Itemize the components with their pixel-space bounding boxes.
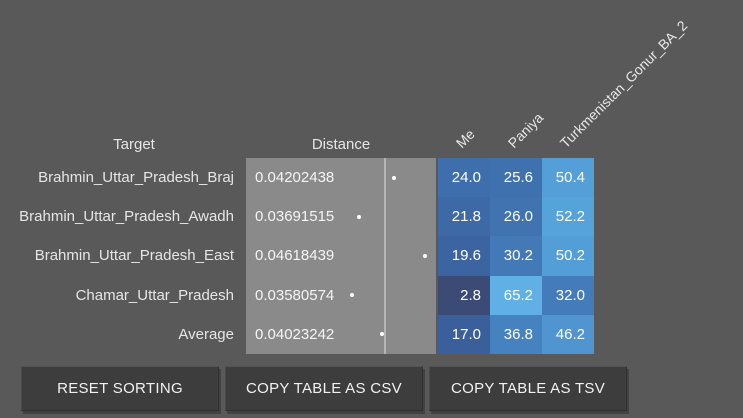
distance-value: 0.03691515 bbox=[255, 208, 335, 226]
distance-dot-marker bbox=[356, 214, 361, 219]
table-row: Brahmin_Uttar_Pradesh_Awadh 0.03691515 2… bbox=[0, 197, 594, 237]
distance-dot-marker bbox=[391, 175, 396, 180]
distance-scale-gridline bbox=[384, 158, 386, 354]
distance-cell: 0.03580574 bbox=[246, 275, 436, 315]
heatmap-cell: 52.2 bbox=[542, 197, 594, 237]
table-row: Brahmin_Uttar_Pradesh_Braj 0.04202438 24… bbox=[0, 158, 594, 198]
heatmap-cell: 65.2 bbox=[490, 275, 542, 315]
heatmap-cell: 26.0 bbox=[490, 197, 542, 237]
heatmap-cell: 19.6 bbox=[438, 236, 490, 276]
heatmap-cell: 32.0 bbox=[542, 275, 594, 315]
heatmap-cell: 46.2 bbox=[542, 314, 594, 354]
distance-cell: 0.04023242 bbox=[246, 314, 436, 354]
column-header-target[interactable]: Target bbox=[30, 0, 238, 158]
distance-value: 0.04618439 bbox=[255, 247, 335, 265]
table-row: Brahmin_Uttar_Pradesh_East 0.04618439 19… bbox=[0, 236, 594, 276]
copy-table-tsv-button[interactable]: COPY TABLE AS TSV bbox=[429, 366, 627, 411]
distance-cell: 0.03691515 bbox=[246, 197, 436, 237]
heatmap-cell: 30.2 bbox=[490, 236, 542, 276]
heatmap-cell: 17.0 bbox=[438, 314, 490, 354]
distance-dot-marker bbox=[423, 253, 428, 258]
distance-dot-marker bbox=[349, 293, 354, 298]
heatmap-cell: 50.4 bbox=[542, 158, 594, 198]
distance-value: 0.03580574 bbox=[255, 286, 335, 304]
target-cell: Brahmin_Uttar_Pradesh_Braj bbox=[38, 169, 234, 187]
distance-value: 0.04202438 bbox=[255, 169, 335, 187]
distance-heatmap-table: Target Distance Me Paniya Turkmenistan_G… bbox=[0, 0, 743, 418]
target-cell: Chamar_Uttar_Pradesh bbox=[75, 286, 234, 304]
column-header-turkmenistan-gonur-ba-2-label: Turkmenistan_Gonur_BA_2 bbox=[556, 17, 691, 152]
target-cell: Brahmin_Uttar_Pradesh_East bbox=[34, 247, 234, 265]
column-header-paniya[interactable]: Paniya bbox=[490, 0, 547, 158]
heatmap-cell: 24.0 bbox=[438, 158, 490, 198]
copy-table-csv-button[interactable]: COPY TABLE AS CSV bbox=[225, 366, 423, 411]
column-header-me-label: Me bbox=[452, 125, 478, 151]
distance-cell: 0.04618439 bbox=[246, 236, 436, 276]
distance-cell: 0.04202438 bbox=[246, 158, 436, 198]
heatmap-cell: 21.8 bbox=[438, 197, 490, 237]
action-bar: RESET SORTING COPY TABLE AS CSV COPY TAB… bbox=[21, 366, 627, 411]
table-row: Chamar_Uttar_Pradesh 0.03580574 2.8 65.2… bbox=[0, 275, 594, 315]
distance-value: 0.04023242 bbox=[255, 325, 335, 343]
target-cell: Brahmin_Uttar_Pradesh_Awadh bbox=[19, 208, 234, 226]
heatmap-cell: 25.6 bbox=[490, 158, 542, 198]
reset-sorting-button[interactable]: RESET SORTING bbox=[21, 366, 219, 411]
target-cell: Average bbox=[178, 325, 234, 343]
column-header-distance[interactable]: Distance bbox=[246, 0, 436, 158]
table-body: Brahmin_Uttar_Pradesh_Braj 0.04202438 24… bbox=[0, 158, 594, 354]
heatmap-cell: 36.8 bbox=[490, 314, 542, 354]
column-header-paniya-label: Paniya bbox=[504, 109, 547, 151]
heatmap-cell: 50.2 bbox=[542, 236, 594, 276]
table-row-average: Average 0.04023242 17.0 36.8 46.2 bbox=[0, 314, 594, 354]
heatmap-cell: 2.8 bbox=[438, 275, 490, 315]
column-header-turkmenistan-gonur-ba-2[interactable]: Turkmenistan_Gonur_BA_2 bbox=[542, 0, 691, 158]
column-header-me[interactable]: Me bbox=[438, 0, 490, 158]
